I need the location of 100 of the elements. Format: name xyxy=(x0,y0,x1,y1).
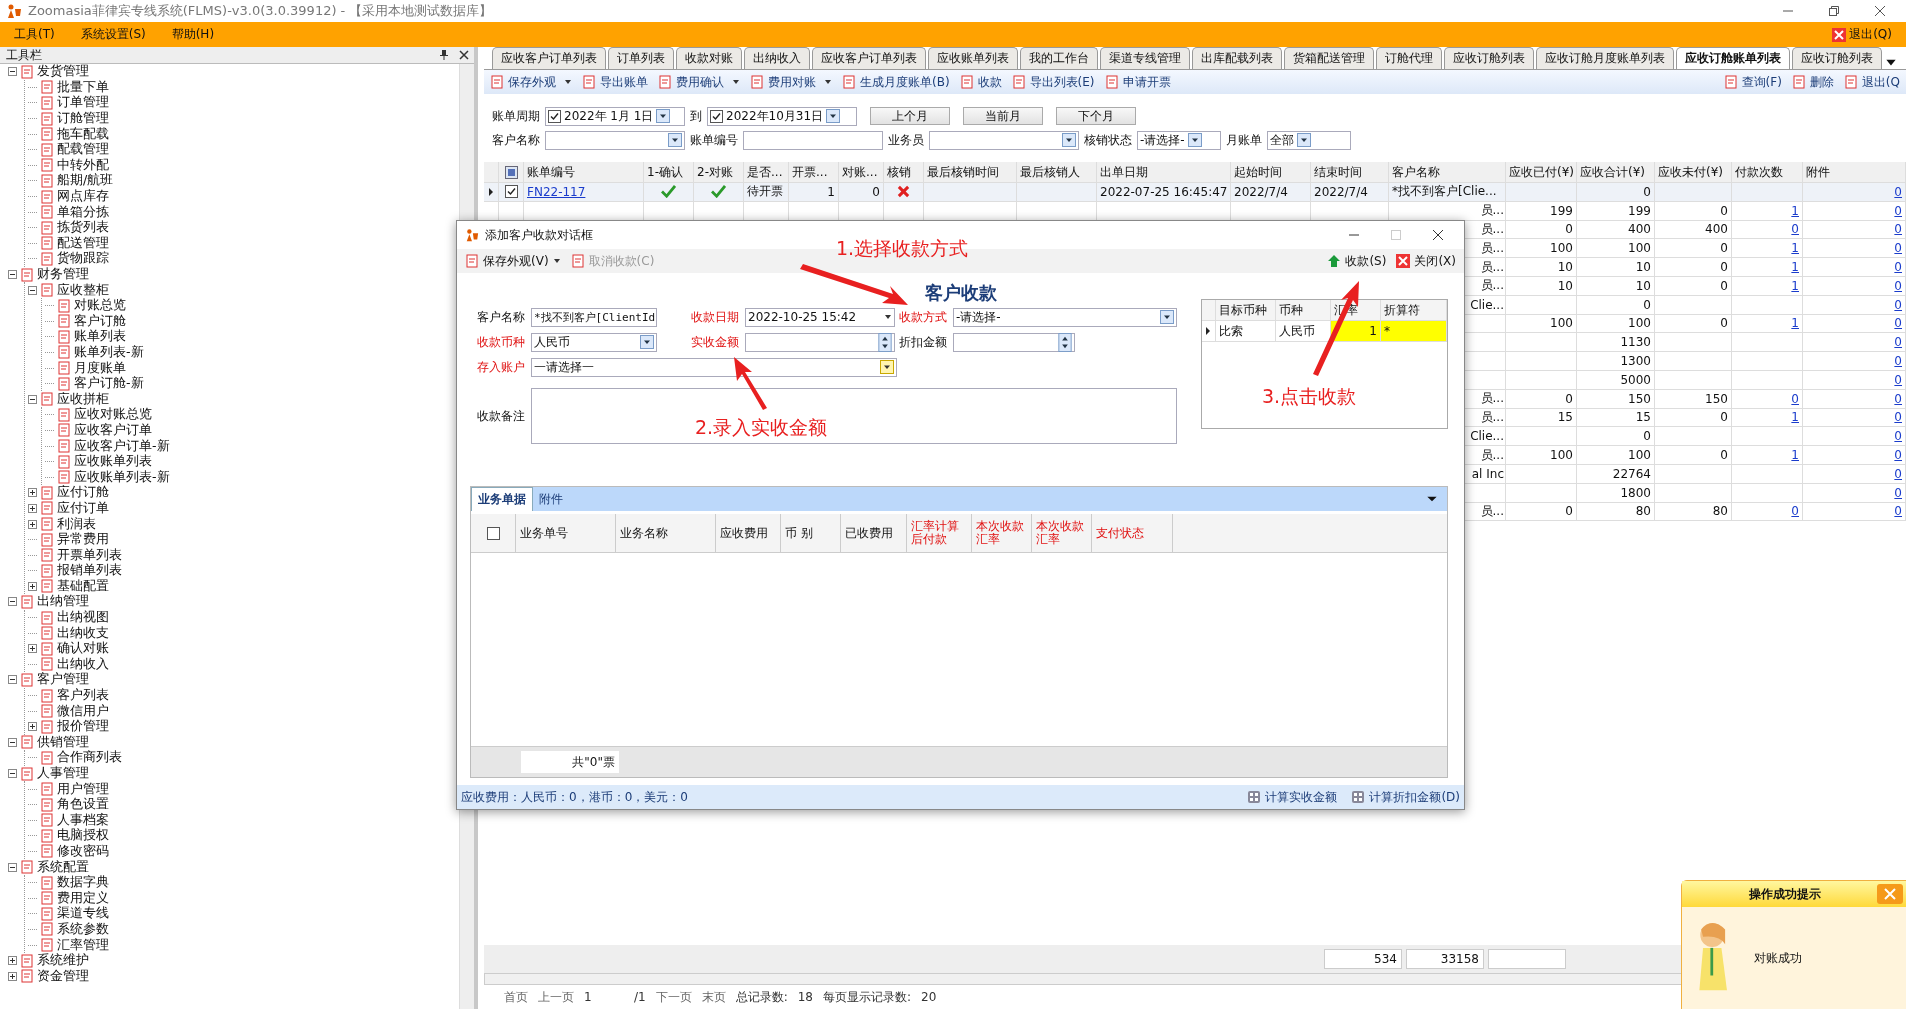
toolbar-button[interactable]: 收款 xyxy=(959,73,1002,91)
column-header[interactable]: 应收费用 xyxy=(716,514,781,552)
table-link[interactable]: 0 xyxy=(1894,466,1902,481)
toolbar-button[interactable]: 费用对账 xyxy=(750,73,832,91)
table-link[interactable]: 0 xyxy=(1894,448,1902,463)
caret-icon[interactable] xyxy=(732,78,740,86)
tree-item[interactable]: 应付订单 xyxy=(57,499,109,517)
checkbox[interactable] xyxy=(710,109,723,123)
tree-item[interactable]: 电脑授权 xyxy=(57,827,109,845)
toolbar-button[interactable]: 生成月度账单(B) xyxy=(842,73,950,91)
tree-item[interactable]: 应收客户订单 xyxy=(74,421,152,439)
close-button[interactable]: 关闭(X) xyxy=(1396,252,1456,270)
period-button[interactable]: 当前月 xyxy=(963,107,1043,125)
dropdown-icon[interactable] xyxy=(880,360,894,374)
column-header[interactable]: 账单编号 xyxy=(524,162,644,182)
tab[interactable]: 应收客户订单列表 xyxy=(492,47,606,69)
dropdown-icon[interactable] xyxy=(668,133,682,147)
tree-item[interactable]: 供销管理 xyxy=(37,733,89,751)
amount-field[interactable] xyxy=(745,332,895,352)
caret-icon[interactable] xyxy=(884,313,892,321)
toolbar-button[interactable]: 保存外观 xyxy=(490,73,572,91)
restore-icon[interactable] xyxy=(1828,5,1840,17)
table-link[interactable]: 1 xyxy=(1791,410,1799,425)
column-header[interactable]: 币 别 xyxy=(781,514,841,552)
column-header[interactable]: 本次收款汇率 xyxy=(1032,514,1092,552)
account-dropdown[interactable]: 一请选择一 xyxy=(531,357,897,377)
tree-item[interactable]: 出纳视图 xyxy=(57,609,109,627)
pin-icon[interactable] xyxy=(438,49,450,61)
tree-item[interactable]: 客户订舱 xyxy=(74,312,126,330)
close-icon[interactable] xyxy=(1432,229,1444,241)
table-link[interactable]: 0 xyxy=(1894,297,1902,312)
expand-icon[interactable] xyxy=(28,722,37,732)
tab[interactable]: 货箱配送管理 xyxy=(1284,47,1374,69)
table-link[interactable]: 0 xyxy=(1894,429,1902,444)
table-link[interactable]: 1 xyxy=(1791,203,1799,218)
table-link[interactable]: 1 xyxy=(1791,278,1799,293)
table-link[interactable]: 0 xyxy=(1894,391,1902,406)
table-link[interactable]: 0 xyxy=(1894,372,1902,387)
column-header[interactable]: 支付状态 xyxy=(1092,514,1173,552)
toolbar-button[interactable]: 导出账单 xyxy=(582,73,648,91)
table-link[interactable]: 0 xyxy=(1894,241,1902,256)
spinner-icon[interactable] xyxy=(878,332,892,352)
tree-item[interactable]: 异常费用 xyxy=(57,531,109,549)
column-header[interactable]: 汇率计算后付款 xyxy=(907,514,972,552)
column-header[interactable]: 起始时间 xyxy=(1231,162,1311,182)
table-link[interactable]: 0 xyxy=(1894,203,1902,218)
table-row[interactable]: FN22-117 待开票 1 0 2022-07-25 16:45:47 2022/7/4 2022/7/4 *找不到客户[Clie... 0 0 xyxy=(484,183,1906,202)
toolbar-button[interactable]: 删除 xyxy=(1791,73,1834,91)
tree-item[interactable]: 角色设置 xyxy=(57,796,109,814)
tree-item[interactable]: 确认对账 xyxy=(57,640,109,658)
close-icon[interactable] xyxy=(1874,5,1886,17)
tab[interactable]: 订单列表 xyxy=(608,47,674,69)
tree-item[interactable]: 网点库存 xyxy=(57,188,109,206)
tree-item[interactable]: 配载管理 xyxy=(57,141,109,159)
tree-item[interactable]: 渠道专线 xyxy=(57,905,109,923)
menu-item[interactable]: 系统设置(S) xyxy=(80,26,146,43)
menu-item[interactable]: 工具(T) xyxy=(14,26,55,43)
tree-item[interactable]: 对账总览 xyxy=(74,297,126,315)
date-field[interactable]: 2022年10月31日 xyxy=(707,106,857,126)
table-link[interactable]: 0 xyxy=(1894,354,1902,369)
tree-item[interactable]: 汇率管理 xyxy=(57,936,109,954)
table-link[interactable]: 1 xyxy=(1791,241,1799,256)
tab[interactable]: 渠道专线管理 xyxy=(1100,47,1190,69)
tree-item[interactable]: 货物跟踪 xyxy=(57,250,109,268)
tree-item[interactable]: 人事档案 xyxy=(57,811,109,829)
tree-item[interactable]: 客户管理 xyxy=(37,671,89,689)
tree-item[interactable]: 月度账单 xyxy=(74,359,126,377)
collect-button[interactable]: 收款(S) xyxy=(1327,252,1387,270)
tree-item[interactable]: 应收账单列表-新 xyxy=(74,468,170,486)
column-header[interactable]: 客户名称 xyxy=(1389,162,1506,182)
collapse-icon[interactable] xyxy=(8,737,17,747)
tree-item[interactable]: 应收整柜 xyxy=(57,281,109,299)
checkbox[interactable] xyxy=(548,109,561,123)
tree-item[interactable]: 批量下单 xyxy=(57,78,109,96)
tab[interactable]: 收款对账 xyxy=(676,47,742,69)
tree-item[interactable]: 系统维护 xyxy=(37,952,89,970)
tree-item[interactable]: 微信用户 xyxy=(57,702,109,720)
table-link[interactable]: 0 xyxy=(1791,504,1799,519)
caret-icon[interactable] xyxy=(824,78,832,86)
tree-item[interactable]: 报销单列表 xyxy=(57,562,122,580)
status-dropdown[interactable]: -请选择- xyxy=(1137,130,1221,150)
period-button[interactable]: 上个月 xyxy=(870,107,950,125)
select-all-icon[interactable] xyxy=(504,165,518,179)
tree-item[interactable]: 客户订舱-新 xyxy=(74,375,144,393)
tree-item[interactable]: 基础配置 xyxy=(57,577,109,595)
tree-item[interactable]: 船期/航班 xyxy=(57,172,114,190)
column-header[interactable]: 开票... xyxy=(789,162,839,182)
toolbar-button[interactable]: 申请开票 xyxy=(1104,73,1171,91)
dropdown-icon[interactable] xyxy=(1187,133,1202,147)
tree-item[interactable]: 账单列表-新 xyxy=(74,344,144,361)
expand-icon[interactable] xyxy=(28,488,37,498)
discount-field[interactable] xyxy=(953,332,1075,352)
tree-item[interactable]: 账单列表 xyxy=(74,328,126,346)
dropdown-icon[interactable] xyxy=(1160,310,1174,324)
table-link[interactable]: FN22-117 xyxy=(527,184,586,199)
collapse-icon[interactable] xyxy=(8,270,17,279)
toolbar-button[interactable]: 导出列表(E) xyxy=(1011,73,1095,91)
tree-item[interactable]: 出纳管理 xyxy=(37,593,89,611)
close-icon[interactable] xyxy=(458,49,470,61)
tab[interactable]: 应收订舱列表 xyxy=(1792,47,1882,69)
